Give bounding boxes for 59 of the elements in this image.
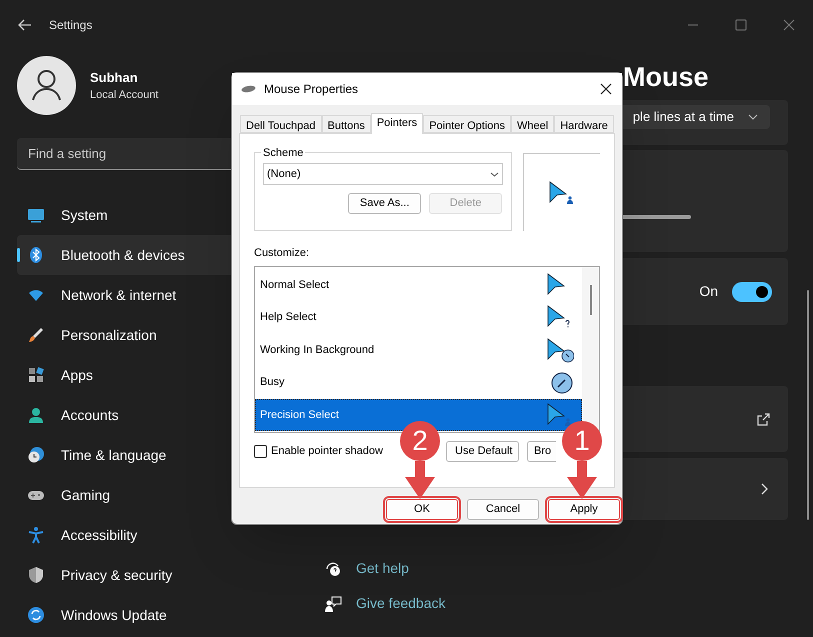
tab[interactable]: Pointers (370, 113, 424, 134)
accessibility-icon (27, 526, 45, 544)
dialog-button[interactable]: OK (386, 499, 458, 520)
down-arrow-icon (405, 461, 435, 499)
scheme-button[interactable]: Save As... (348, 193, 422, 214)
avatar-icon (17, 56, 76, 115)
cursor-row[interactable]: Busy (255, 366, 582, 399)
dialog-button[interactable]: Cancel (467, 499, 539, 520)
dialog-button[interactable]: Bro (527, 440, 556, 462)
cursor-row[interactable]: Working In Background (255, 334, 582, 366)
nav-item[interactable]: Gaming (17, 475, 296, 515)
scrollbar[interactable] (807, 290, 809, 520)
chevron-down-icon (490, 172, 500, 176)
link[interactable]: Get help (356, 558, 409, 579)
page-title: Mouse (623, 61, 709, 94)
close-icon (783, 19, 795, 31)
system-icon (27, 206, 45, 224)
scrollbar-thumb[interactable] (590, 284, 592, 314)
brush-icon (27, 326, 45, 344)
nav-item[interactable]: Accessibility (17, 515, 296, 555)
cursor-icon (546, 336, 574, 363)
scheme-dropdown[interactable]: (None) (263, 163, 504, 185)
dialog-title: Mouse Properties (264, 81, 358, 98)
window-title: Settings (49, 17, 92, 34)
update-icon (27, 606, 45, 624)
toggle-switch[interactable] (732, 282, 772, 302)
tab[interactable]: Buttons (322, 115, 371, 133)
dialog-button[interactable]: Apply (548, 499, 620, 520)
link[interactable]: Give feedback (356, 593, 446, 614)
nav-item[interactable]: Windows Update (17, 595, 296, 635)
clock-icon (27, 446, 45, 464)
nav-item[interactable]: System (17, 195, 296, 235)
cursor-row[interactable]: Help Select (255, 301, 582, 334)
back-arrow-icon (18, 19, 32, 31)
tab[interactable]: Hardware (554, 115, 614, 133)
person-icon (27, 406, 45, 424)
account-name: Subhan (90, 68, 139, 86)
help-icon (324, 560, 342, 578)
dialog-button[interactable]: Use Default (446, 440, 519, 462)
chevron-down-icon (748, 114, 758, 120)
chevron-right-icon (761, 483, 768, 495)
cursor-row[interactable]: Precision Select (255, 398, 582, 432)
down-arrow-icon (567, 461, 597, 499)
external-link-icon (757, 412, 770, 426)
pointer-shadow-checkbox[interactable]: Enable pointer shadow (254, 442, 383, 460)
maximize-icon (735, 19, 747, 31)
toggle-label: On (699, 282, 718, 301)
shield-icon (27, 566, 45, 584)
bluetooth-icon (27, 246, 45, 264)
tab[interactable]: Dell Touchpad (240, 115, 322, 133)
nav-item[interactable]: Privacy & security (17, 555, 296, 595)
tab[interactable]: Wheel (511, 115, 554, 133)
close-icon[interactable] (600, 83, 612, 95)
account-type: Local Account (90, 88, 158, 103)
mouse-icon (241, 85, 256, 93)
feedback-icon (324, 594, 342, 612)
selection-indicator (17, 248, 20, 262)
tab[interactable]: Pointer Options (423, 115, 512, 133)
apps-icon (27, 366, 45, 384)
